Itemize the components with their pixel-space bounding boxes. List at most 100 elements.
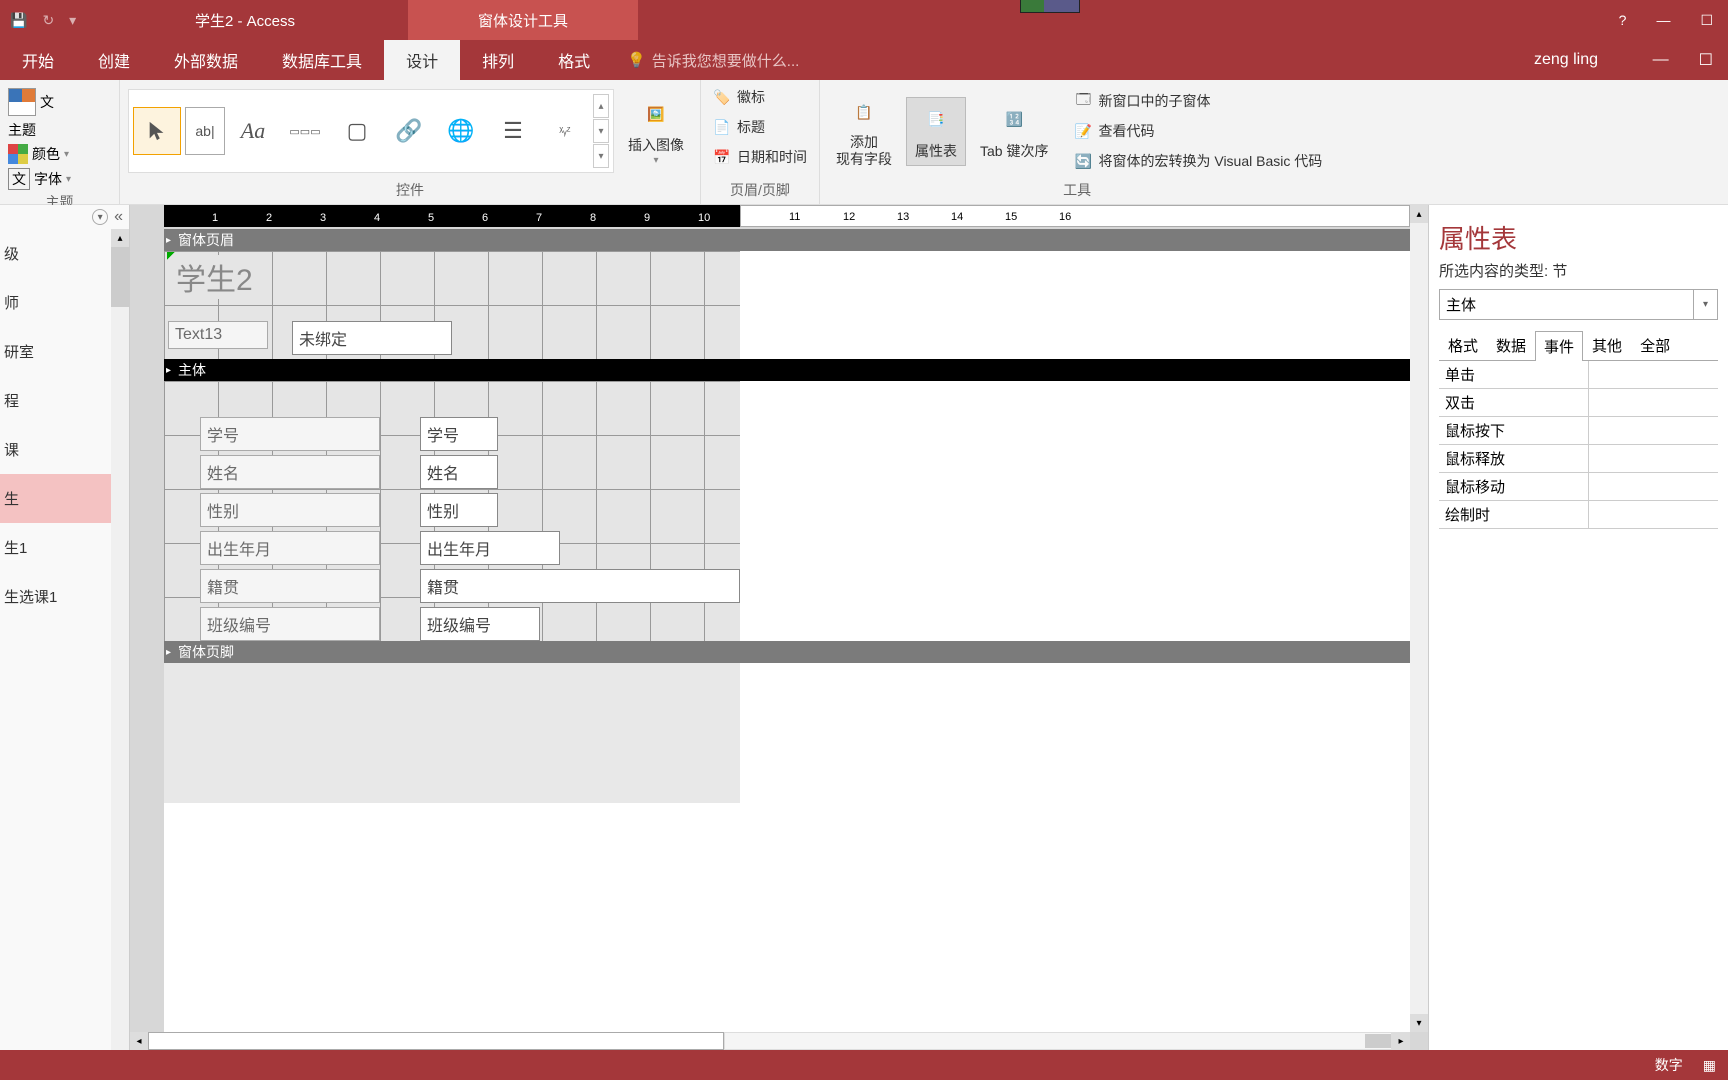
form-title-label[interactable]: 学生2 bbox=[170, 255, 259, 299]
ribbon-collapse-icon[interactable]: — bbox=[1653, 51, 1669, 69]
help-icon[interactable]: ? bbox=[1619, 12, 1627, 28]
field-label[interactable]: 性别 bbox=[200, 493, 380, 527]
tab-arrange[interactable]: 排列 bbox=[460, 40, 536, 80]
logo-button[interactable]: 🏷️徽标 bbox=[709, 84, 769, 110]
date-time-button[interactable]: 📅日期和时间 bbox=[709, 144, 811, 170]
property-sheet-button[interactable]: 📑 属性表 bbox=[906, 97, 966, 166]
prop-tab-other[interactable]: 其他 bbox=[1583, 330, 1631, 360]
view-switcher-icon[interactable]: ▦ bbox=[1703, 1057, 1716, 1074]
property-value[interactable] bbox=[1589, 501, 1718, 528]
nav-scroll-up[interactable]: ▴ bbox=[111, 229, 129, 247]
text13-label[interactable]: Text13 bbox=[168, 321, 268, 349]
nav-item[interactable]: 级 bbox=[0, 229, 129, 278]
ribbon-restore-icon[interactable]: ☐ bbox=[1699, 50, 1713, 70]
tab-order-button[interactable]: 🔢 Tab 键次序 bbox=[972, 98, 1056, 165]
form-detail-section[interactable]: 学号 学号姓名 姓名性别 性别出生年月 出生年月籍贯 籍贯班级编号 班级编号 bbox=[164, 381, 740, 641]
nav-scrollbar[interactable]: ▴ bbox=[111, 229, 129, 1050]
prop-tab-format[interactable]: 格式 bbox=[1439, 330, 1487, 360]
nav-scroll-thumb[interactable] bbox=[111, 247, 129, 307]
property-value[interactable] bbox=[1589, 389, 1718, 416]
hscroll-track[interactable] bbox=[724, 1032, 1392, 1050]
nav-item[interactable]: 生1 bbox=[0, 523, 129, 572]
vscroll-down[interactable]: ▾ bbox=[1410, 1014, 1428, 1032]
nav-item[interactable]: 程 bbox=[0, 376, 129, 425]
property-value[interactable] bbox=[1589, 361, 1718, 388]
save-icon[interactable]: 💾 bbox=[10, 12, 27, 29]
gallery-hyperlink[interactable]: 🔗 bbox=[385, 107, 433, 155]
nav-dropdown-icon[interactable]: ▾ bbox=[92, 209, 108, 225]
nav-item[interactable]: 师 bbox=[0, 278, 129, 327]
gallery-scroll-down[interactable]: ▾ bbox=[593, 119, 609, 143]
field-textbox[interactable]: 性别 bbox=[420, 493, 498, 527]
prop-tab-event[interactable]: 事件 bbox=[1535, 331, 1583, 361]
section-bar-footer[interactable]: 窗体页脚 bbox=[164, 641, 1410, 663]
field-label[interactable]: 姓名 bbox=[200, 455, 380, 489]
tab-external-data[interactable]: 外部数据 bbox=[152, 40, 260, 80]
hscroll-left[interactable]: ◂ bbox=[130, 1032, 148, 1050]
gallery-scroll-up[interactable]: ▴ bbox=[593, 94, 609, 118]
minimize-icon[interactable]: — bbox=[1656, 12, 1670, 28]
convert-macro-button[interactable]: 🔄将窗体的宏转换为 Visual Basic 代码 bbox=[1070, 148, 1326, 174]
tab-database-tools[interactable]: 数据库工具 bbox=[260, 40, 384, 80]
property-value[interactable] bbox=[1589, 473, 1718, 500]
nav-item[interactable]: 课 bbox=[0, 425, 129, 474]
tab-start[interactable]: 开始 bbox=[0, 40, 76, 80]
prop-tab-data[interactable]: 数据 bbox=[1487, 330, 1535, 360]
gallery-textbox[interactable]: ab| bbox=[185, 107, 225, 155]
gallery-label[interactable]: Aa bbox=[229, 107, 277, 155]
field-label[interactable]: 籍贯 bbox=[200, 569, 380, 603]
subform-new-button[interactable]: 🗔新窗口中的子窗体 bbox=[1070, 88, 1326, 114]
field-label[interactable]: 班级编号 bbox=[200, 607, 380, 641]
field-textbox[interactable]: 姓名 bbox=[420, 455, 498, 489]
form-footer-section[interactable] bbox=[164, 663, 740, 803]
fonts-button[interactable]: 文 字体▾ bbox=[8, 168, 71, 190]
vscroll-up[interactable]: ▴ bbox=[1410, 205, 1428, 223]
user-name[interactable]: zeng ling bbox=[1534, 40, 1598, 80]
horizontal-ruler-selected[interactable]: 12345678910 bbox=[164, 205, 740, 227]
redo-icon[interactable]: ↻ bbox=[42, 12, 54, 29]
gallery-more[interactable]: ▾ bbox=[593, 144, 609, 168]
field-textbox[interactable]: 学号 bbox=[420, 417, 498, 451]
section-bar-header[interactable]: 窗体页眉 bbox=[164, 229, 1410, 251]
property-selector-dropdown[interactable]: ▾ bbox=[1694, 289, 1718, 320]
hscroll-right[interactable]: ▸ bbox=[1392, 1032, 1410, 1050]
gallery-webbrowser[interactable]: 🌐 bbox=[437, 107, 485, 155]
title-button[interactable]: 📄标题 bbox=[709, 114, 769, 140]
tab-format[interactable]: 格式 bbox=[536, 40, 612, 80]
add-fields-button[interactable]: 📋 添加 现有字段 bbox=[828, 91, 900, 172]
text13-textbox[interactable]: 未绑定 bbox=[292, 321, 452, 355]
field-textbox[interactable]: 班级编号 bbox=[420, 607, 540, 641]
nav-item[interactable]: 生 bbox=[0, 474, 129, 523]
gallery-tab[interactable]: ▢ bbox=[333, 107, 381, 155]
nav-collapse-icon[interactable]: « bbox=[114, 208, 123, 226]
property-value[interactable] bbox=[1589, 445, 1718, 472]
nav-item[interactable]: 研室 bbox=[0, 327, 129, 376]
colors-button[interactable]: 颜色▾ bbox=[8, 144, 69, 164]
prop-tab-all[interactable]: 全部 bbox=[1631, 330, 1679, 360]
gallery-optiongroup[interactable]: ᵡᵧᶻ bbox=[541, 107, 589, 155]
form-header-section[interactable]: 学生2 Text13 未绑定 bbox=[164, 251, 740, 359]
tab-design[interactable]: 设计 bbox=[384, 40, 460, 80]
section-bar-detail[interactable]: 主体 bbox=[164, 359, 1410, 381]
property-value[interactable] bbox=[1589, 417, 1718, 444]
horizontal-ruler[interactable]: 111213141516 bbox=[740, 205, 1410, 227]
field-textbox[interactable]: 出生年月 bbox=[420, 531, 560, 565]
qat-more-icon[interactable]: ▾ bbox=[69, 12, 76, 29]
tell-me-input[interactable]: 告诉我您想要做什么... bbox=[627, 40, 799, 80]
gallery-navigation[interactable]: ☰ bbox=[489, 107, 537, 155]
field-label[interactable]: 出生年月 bbox=[200, 531, 380, 565]
nav-item[interactable]: 生选课1 bbox=[0, 572, 129, 621]
field-textbox[interactable]: 籍贯 bbox=[420, 569, 740, 603]
form-canvas[interactable]: 窗体页眉 学生2 Text13 未绑定 主体 学号 学号姓名 姓名性别 性别出生年月 出… bbox=[164, 229, 1410, 1032]
insert-image-button[interactable]: 🖼️ 插入图像 ▾ bbox=[620, 92, 692, 170]
horizontal-scrollbar[interactable]: ◂ ▸ bbox=[130, 1032, 1410, 1050]
gallery-select-tool[interactable] bbox=[133, 107, 181, 155]
themes-button[interactable]: 文 bbox=[8, 88, 54, 116]
vertical-scrollbar[interactable]: ▴ ▾ bbox=[1410, 205, 1428, 1032]
maximize-icon[interactable]: ☐ bbox=[1700, 12, 1713, 29]
view-code-button[interactable]: 📝查看代码 bbox=[1070, 118, 1326, 144]
hscroll-selected-track[interactable] bbox=[148, 1032, 724, 1050]
property-object-selector[interactable] bbox=[1439, 289, 1694, 320]
field-label[interactable]: 学号 bbox=[200, 417, 380, 451]
hscroll-thumb[interactable] bbox=[1365, 1034, 1391, 1048]
